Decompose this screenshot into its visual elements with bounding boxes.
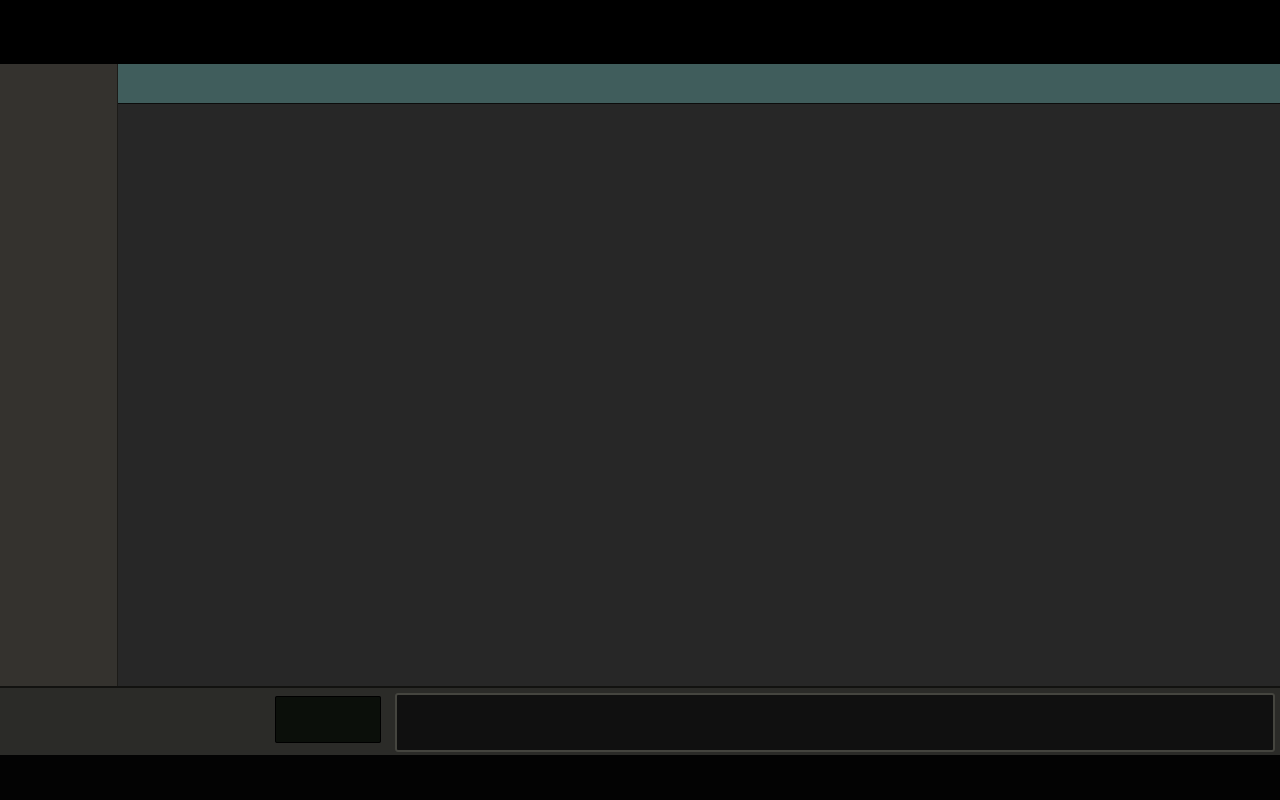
timeline-ruler[interactable] [118,64,1280,104]
app-window [0,0,1280,800]
transport-bar [0,686,1280,755]
android-system-bar [0,755,1280,800]
track-inspector [0,64,118,686]
window-title-bar [0,0,1280,20]
time-display[interactable] [275,696,381,743]
arrangement-area[interactable] [118,104,1280,686]
toolbar [0,20,1280,64]
project-overview[interactable] [395,693,1275,752]
